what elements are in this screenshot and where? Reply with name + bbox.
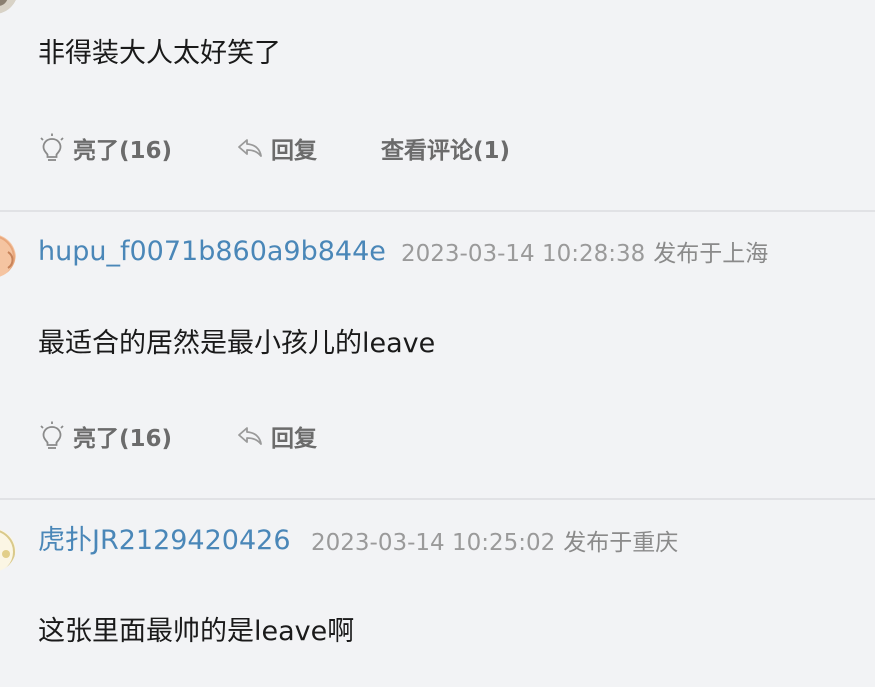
username[interactable]: hupu_f0071b860a9b844e: [38, 235, 386, 269]
lightbulb-icon: [38, 133, 66, 163]
reply-arrow-icon: [236, 134, 264, 162]
avatar-image: [0, 529, 16, 572]
avatar[interactable]: [0, 524, 16, 572]
timestamp: 2023-03-14 10:28:38: [401, 241, 646, 267]
avatar[interactable]: [0, 0, 18, 14]
reply-button[interactable]: 回复: [236, 131, 317, 165]
reply-arrow-icon: [236, 422, 264, 450]
like-count-label: 亮了(16): [73, 426, 173, 452]
comment-list: 非得装大人太好笑了 亮了(16) 回复 查看评论(1) hupu_f0071b8…: [0, 0, 875, 687]
avatar-image: [0, 0, 16, 14]
divider: [0, 210, 875, 212]
comment-actions: 亮了(16) 回复: [38, 419, 317, 453]
divider: [0, 498, 875, 500]
view-replies-label: 查看评论(1): [381, 138, 511, 164]
like-button[interactable]: 亮了(16): [38, 131, 172, 165]
lightbulb-icon: [38, 421, 66, 451]
comment-content: 这张里面最帅的是leave啊: [38, 616, 355, 647]
view-replies-button[interactable]: 查看评论(1): [381, 131, 510, 165]
avatar[interactable]: [0, 230, 16, 278]
timestamp: 2023-03-14 10:25:02: [311, 530, 556, 556]
comment-content: 非得装大人太好笑了: [38, 38, 281, 69]
comment-content: 最适合的居然是最小孩儿的leave: [38, 328, 436, 359]
reply-button[interactable]: 回复: [236, 419, 317, 453]
reply-label: 回复: [271, 138, 318, 164]
like-count-label: 亮了(16): [73, 138, 173, 164]
username[interactable]: 虎扑JR2129420426: [38, 524, 291, 558]
location: 发布于上海: [653, 241, 769, 267]
reply-label: 回复: [271, 426, 318, 452]
comment-actions: 亮了(16) 回复 查看评论(1): [38, 131, 510, 165]
like-button[interactable]: 亮了(16): [38, 419, 172, 453]
comment-meta: 2023-03-14 10:25:02 发布于重庆: [311, 528, 678, 558]
comment-meta: 2023-03-14 10:28:38 发布于上海: [401, 239, 768, 269]
avatar-image: [0, 235, 16, 278]
location: 发布于重庆: [563, 530, 679, 556]
